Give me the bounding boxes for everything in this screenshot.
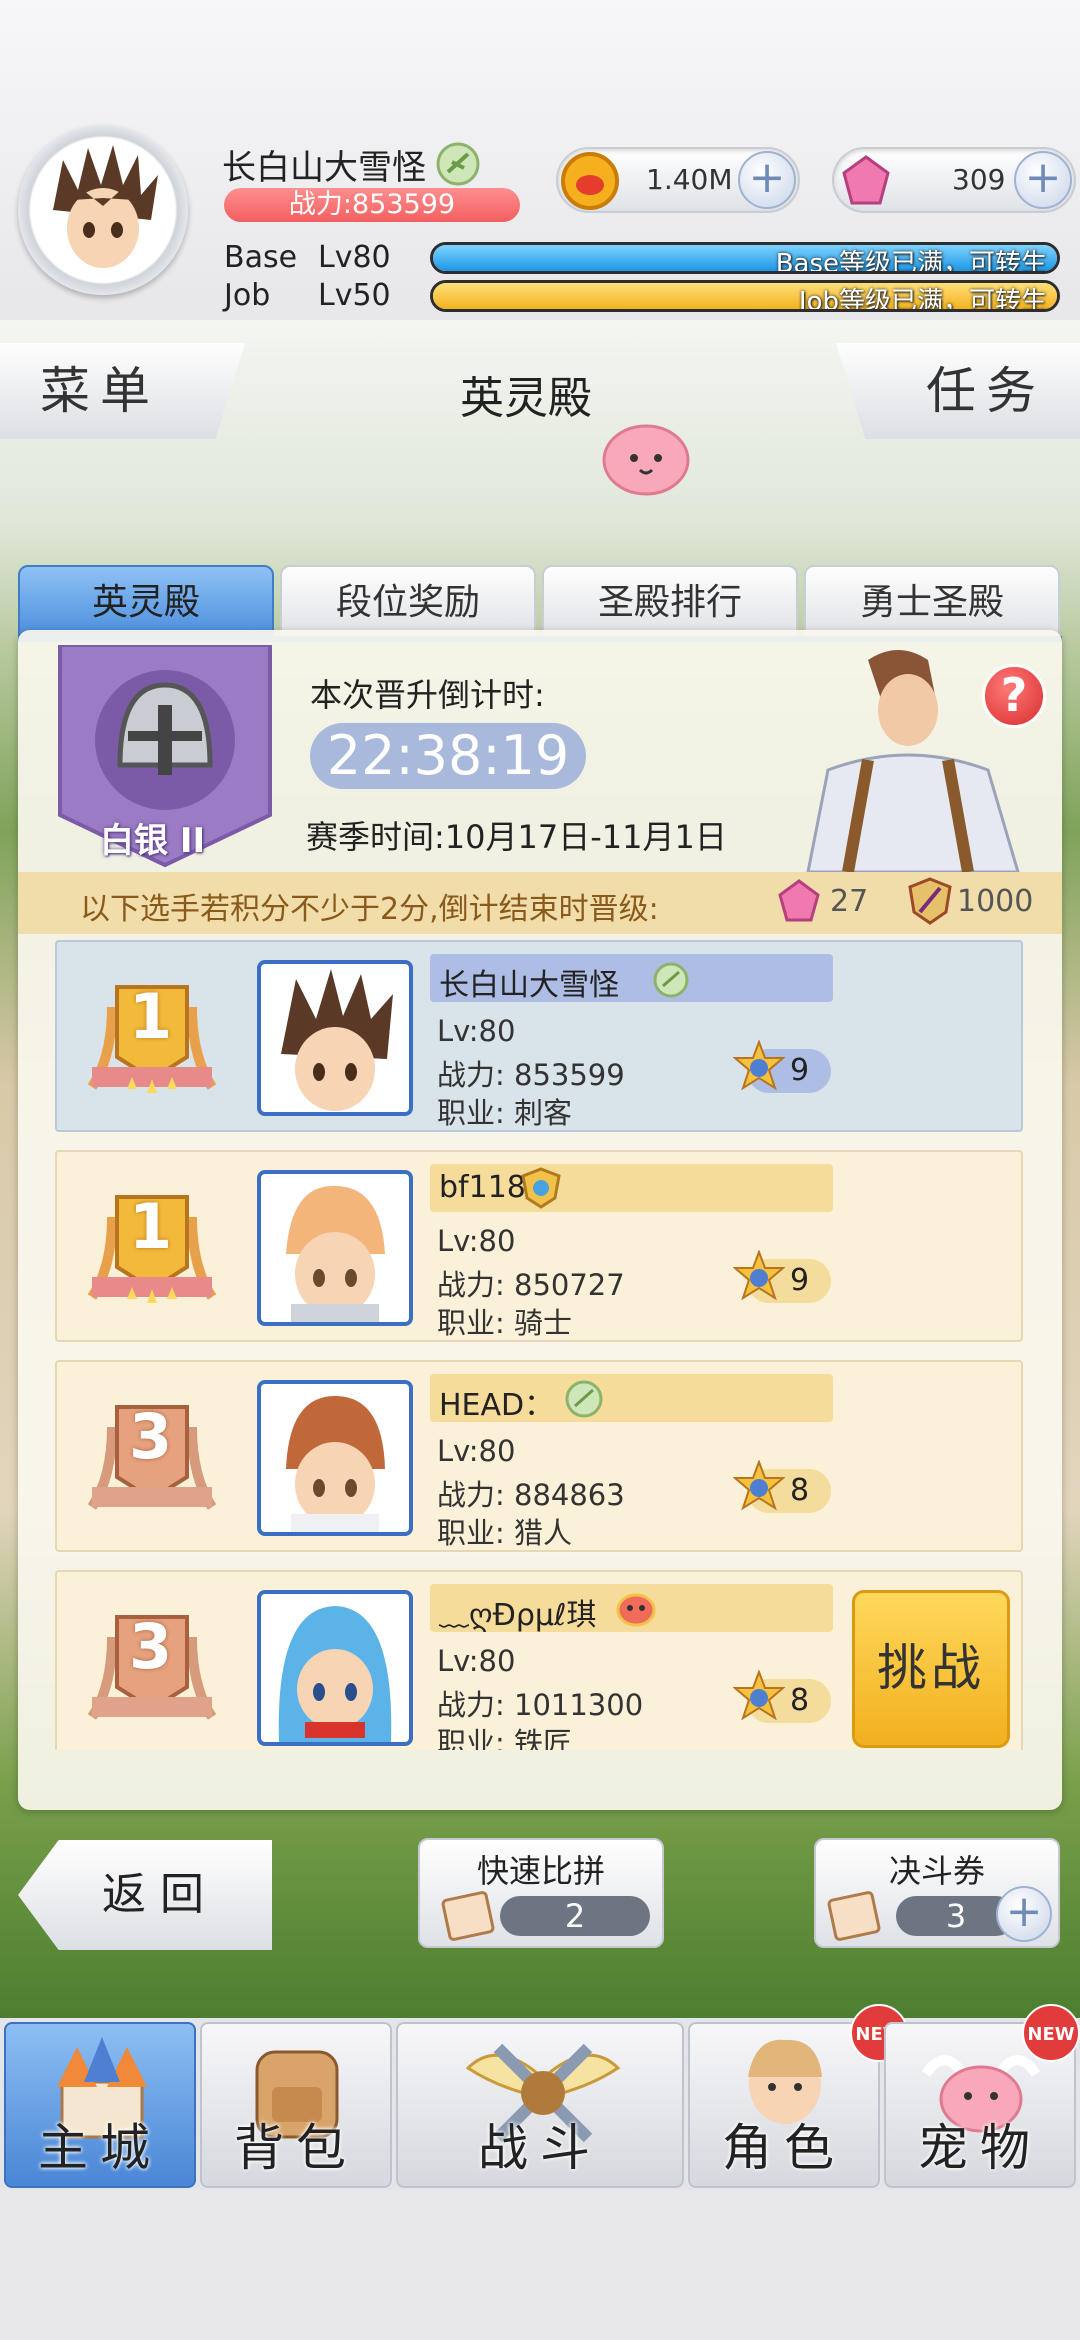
player-power: 战力: 1011300	[437, 1688, 644, 1722]
player-portrait	[257, 1380, 413, 1536]
star-medal-icon	[733, 1460, 785, 1511]
player-portrait	[257, 1170, 413, 1326]
add-duel-ticket-button[interactable]: +	[996, 1886, 1052, 1942]
guild-leaf-icon	[565, 1380, 603, 1418]
rank-number: 1	[129, 980, 173, 1053]
player-level: Lv:80	[437, 1224, 516, 1258]
avatar-portrait-icon	[35, 142, 171, 278]
rank-number: 3	[129, 1400, 173, 1473]
player-level: Lv:80	[437, 1434, 516, 1468]
quick-match-count: 2	[500, 1896, 650, 1936]
star-medal-icon	[733, 1670, 785, 1721]
list-item[interactable]: 1 长白山大雪怪 Lv:80 战力: 853599 职业: 刺客 9	[55, 940, 1023, 1132]
reward-gem-icon	[778, 879, 820, 922]
job-label: Job	[224, 278, 271, 313]
player-job: 职业: 刺客	[437, 1096, 572, 1130]
tab-warrior-hall[interactable]: 勇士圣殿	[804, 565, 1060, 637]
tab-hall[interactable]: 英灵殿	[18, 565, 274, 637]
nav-character[interactable]: 角色	[688, 2022, 880, 2188]
tab-rank-rewards[interactable]: 段位奖励	[280, 565, 536, 637]
honor-shield-icon	[908, 877, 952, 925]
rank-badge: 白银 II	[50, 643, 280, 879]
rank-tier: 白银 II	[100, 821, 206, 861]
page-title: 英灵殿	[460, 373, 592, 424]
zeny-value: 1.40M	[646, 163, 733, 196]
list-item[interactable]: 3 HEAD： Lv:80 战力: 884863 职业: 猎人 8	[55, 1360, 1023, 1552]
zeny-counter: 1.40M +	[556, 147, 800, 213]
player-name: 长白山大雪怪	[439, 968, 619, 1003]
base-exp-bar: Base等级已满，可转生	[430, 242, 1060, 274]
reward-honor-value: 1000	[957, 884, 1034, 919]
bottom-safe-area	[0, 2190, 1080, 2340]
base-level: Lv80	[318, 240, 391, 275]
star-medal-icon	[733, 1040, 785, 1091]
add-zeny-button[interactable]: +	[738, 151, 796, 209]
challenge-button[interactable]: 挑战	[852, 1590, 1010, 1748]
tab-hall-ranking[interactable]: 圣殿排行	[542, 565, 798, 637]
base-label: Base	[224, 240, 298, 275]
star-count: 8	[790, 1473, 810, 1508]
quick-match-button[interactable]: 快速比拼 2	[418, 1838, 664, 1948]
player-power: 战力: 884863	[437, 1478, 625, 1512]
list-item[interactable]: 1 bf118 Lv:80 战力: 850727 职业: 骑士 9	[55, 1150, 1023, 1342]
player-avatar[interactable]	[18, 125, 188, 295]
nav-backpack[interactable]: 背包	[200, 2022, 392, 2188]
player-name: ﹏ღĐρμℓ琪	[439, 1598, 597, 1633]
nav-battle[interactable]: 战斗	[396, 2022, 684, 2188]
tasks-button[interactable]: 任务	[836, 343, 1080, 439]
reward-gem-value: 27	[830, 884, 869, 919]
combat-power: 战力:853599	[224, 188, 520, 222]
player-name: bf118	[439, 1170, 526, 1205]
countdown-label: 本次晋升倒计时:	[310, 676, 545, 714]
job-level: Lv50	[318, 278, 391, 313]
player-job: 职业: 铁匠	[437, 1726, 572, 1750]
scroll-ticket-icon	[441, 1891, 495, 1941]
nav-label: 角色	[722, 2119, 846, 2177]
player-portrait	[257, 1590, 413, 1746]
player-job: 职业: 猎人	[437, 1516, 572, 1550]
player-job: 职业: 骑士	[437, 1306, 572, 1340]
star-count: 9	[790, 1263, 810, 1298]
promotion-text: 以下选手若积分不少于2分,倒计结束时晋级:	[80, 892, 659, 927]
nav-main-city[interactable]: 主城	[4, 2022, 196, 2188]
gem-value: 309	[952, 163, 1006, 196]
player-name: 长白山大雪怪	[222, 148, 426, 188]
quick-match-label: 快速比拼	[476, 1852, 605, 1890]
star-count: 8	[790, 1683, 810, 1718]
guild-leaf-icon	[653, 962, 689, 998]
coin-icon	[561, 152, 619, 210]
job-exp-bar: Job等级已满，可转生	[430, 280, 1060, 312]
player-level: Lv:80	[437, 1644, 516, 1678]
rank-number: 3	[129, 1610, 173, 1683]
scroll-ticket-icon	[827, 1891, 881, 1941]
new-badge: NEW	[1022, 2004, 1080, 2062]
gem-counter: 309 +	[832, 147, 1076, 213]
player-name: HEAD：	[439, 1388, 555, 1423]
add-gems-button[interactable]: +	[1014, 151, 1072, 209]
guild-leaf-icon	[436, 142, 480, 190]
menu-button[interactable]: 菜单	[0, 343, 245, 439]
player-level: Lv:80	[437, 1014, 516, 1048]
star-count: 9	[790, 1053, 810, 1088]
countdown-timer: 22:38:19	[310, 723, 586, 789]
nav-label: 宠物	[918, 2119, 1042, 2177]
player-power: 战力: 850727	[437, 1268, 625, 1302]
player-power: 战力: 853599	[437, 1058, 625, 1092]
star-medal-icon	[733, 1250, 785, 1301]
guild-shield-icon	[521, 1167, 561, 1209]
rank-number: 1	[129, 1190, 173, 1263]
season-dates: 赛季时间:10月17日-11月1日	[306, 818, 727, 856]
duel-ticket-counter: 决斗券 3 +	[814, 1838, 1060, 1948]
player-portrait	[257, 960, 413, 1116]
base-exp-status: Base等级已满，可转生	[775, 249, 1047, 274]
back-button[interactable]: 返回	[18, 1840, 272, 1950]
nav-label: 主城	[38, 2119, 162, 2177]
guild-monster-icon	[616, 1593, 656, 1627]
job-exp-status: Job等级已满，可转生	[798, 287, 1047, 312]
nav-label: 战斗	[478, 2119, 602, 2177]
nav-label: 背包	[234, 2119, 358, 2177]
gem-icon	[842, 155, 890, 205]
poring-mascot-icon	[598, 410, 694, 500]
help-button[interactable]: ?	[982, 664, 1046, 728]
